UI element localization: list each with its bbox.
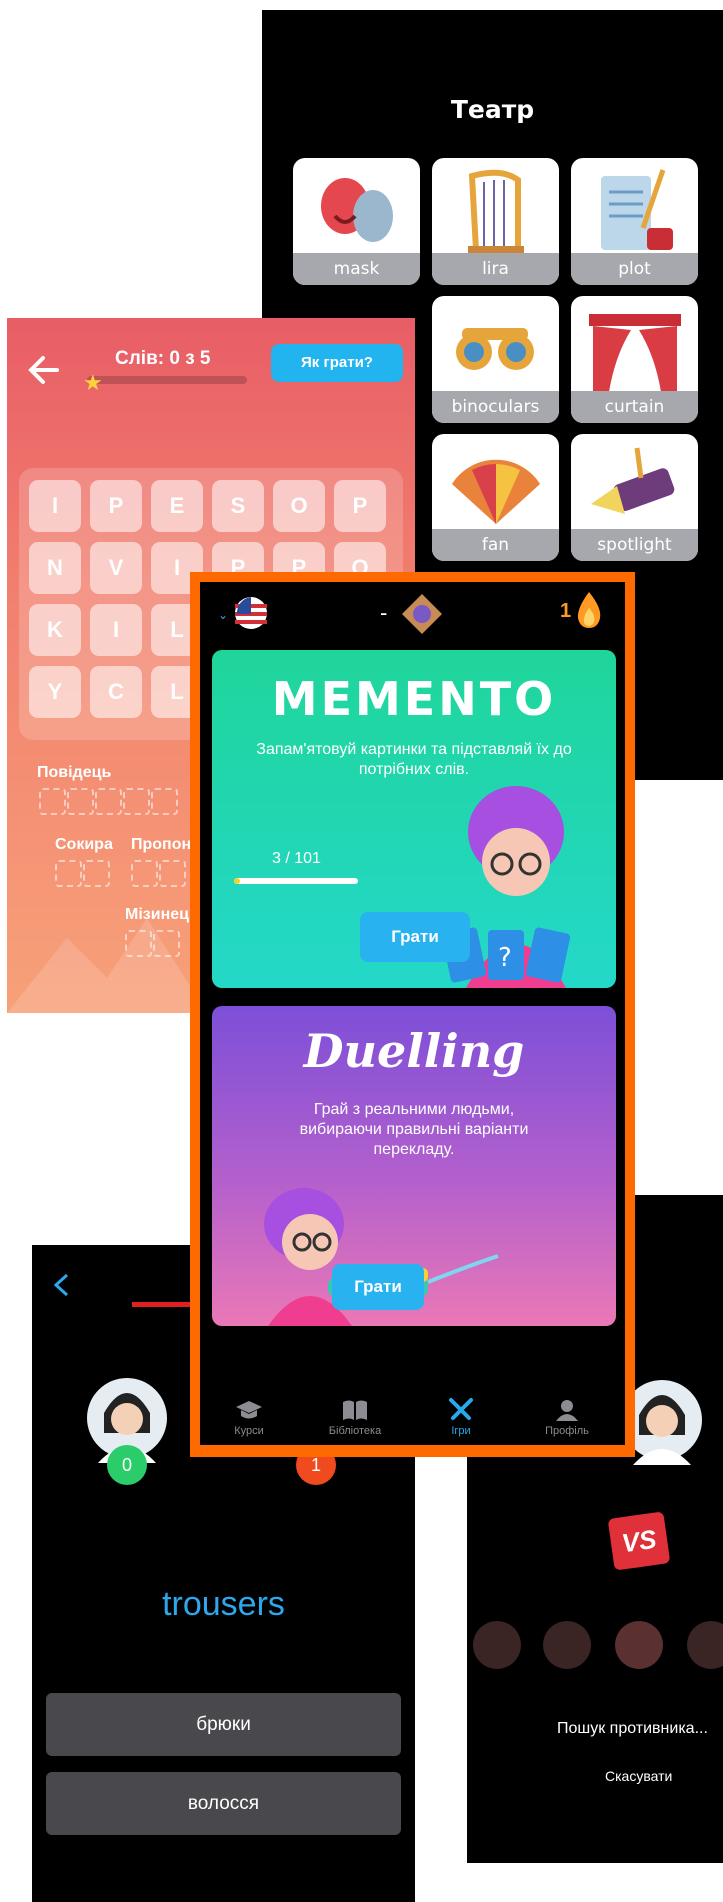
memento-description: Запам'ятовуй картинки та підставляй їх д… [256,741,572,778]
tab-courses[interactable]: Курси [204,1399,294,1437]
card-fan[interactable]: fan [432,434,559,561]
binoculars-icon [456,328,534,370]
letter-tile[interactable]: Y [29,666,81,718]
letter-tile[interactable]: I [90,604,142,656]
letter-tile[interactable]: P [334,480,386,532]
tab-label: Профіль [545,1425,589,1437]
word-clue: Пропон [131,836,192,853]
swords-icon [449,1398,473,1420]
letter-tile[interactable]: K [29,604,81,656]
tab-library[interactable]: Бібліотека [310,1399,400,1437]
letter-tile[interactable]: C [90,666,142,718]
chevron-down-icon[interactable]: ⌄ [218,608,228,622]
bottom-tab-bar: Курси Бібліотека Ігри Профіль [200,1368,625,1445]
timer-bar [132,1302,192,1307]
letter-tile[interactable]: P [90,480,142,532]
card-spotlight[interactable]: spotlight [571,434,698,561]
duelling-title: Duelling [303,1024,525,1078]
tab-profile[interactable]: Профіль [522,1399,612,1437]
letter-tile[interactable]: S [212,480,264,532]
scroll-quill-icon [601,169,673,250]
player-score-badge: 0 [107,1445,147,1485]
answer-option[interactable]: волосся [46,1772,401,1835]
tab-label: Курси [234,1425,264,1437]
us-flag-icon[interactable] [234,596,268,630]
book-icon [343,1400,367,1420]
mountain-decoration [7,918,207,1013]
curtain-icon [589,314,681,392]
word-clue: Повідець [37,764,112,781]
memento-progress-text: 3 / 101 [272,850,321,867]
letter-tile[interactable]: V [90,542,142,594]
question-word: trousers [162,1585,285,1623]
card-label: plot [571,253,698,285]
user-icon [556,1400,578,1421]
memento-card[interactable]: MEMENTO Запам'ятовуй картинки та підстав… [212,650,616,988]
letter-tile[interactable]: I [29,480,81,532]
theatre-mask-icon [321,178,393,242]
games-screen-frame: ⌄ - 1 MEMENTO Запам'ятовуй картинки та п… [190,572,635,1457]
memento-progress-bar [234,878,358,884]
card-label: fan [432,529,559,561]
back-chevron-icon[interactable] [52,1273,72,1297]
tab-label: Бібліотека [328,1425,382,1437]
tab-label: Ігри [451,1425,471,1437]
duelling-play-button[interactable]: Грати [332,1264,424,1310]
card-curtain[interactable]: curtain [571,296,698,423]
games-screen: ⌄ - 1 MEMENTO Запам'ятовуй картинки та п… [200,582,625,1445]
card-mask[interactable]: mask [293,158,420,285]
how-to-play-button[interactable]: Як грати? [271,344,403,382]
fan-icon [452,459,540,524]
word-clue: Сокира [55,836,113,853]
graduation-cap-icon [236,1401,262,1419]
spotlight-icon [591,447,675,514]
cancel-button[interactable]: Скасувати [605,1768,672,1784]
memento-play-button[interactable]: Грати [360,912,470,962]
duelling-description: Грай з реальними людьми, вибираючи прави… [299,1101,529,1158]
card-label: binoculars [432,391,559,423]
vs-badge: VS [607,1511,671,1571]
letter-tile[interactable]: O [273,480,325,532]
opponent-carousel [473,1621,723,1669]
harp-icon [468,169,524,254]
card-label: mask [293,253,420,285]
card-label: lira [432,253,559,285]
tab-games[interactable]: Ігри [416,1397,506,1437]
letter-tile[interactable]: N [29,542,81,594]
words-counter: Слів: 0 з 5 [115,348,211,369]
flame-icon [577,592,601,628]
card-plot[interactable]: plot [571,158,698,285]
svg-text:?: ? [498,943,512,973]
answer-option[interactable]: брюки [46,1693,401,1756]
level-separator: - [380,600,388,625]
searching-status: Пошук противника... [557,1720,708,1737]
card-label: spotlight [571,529,698,561]
back-arrow-icon[interactable] [27,353,61,387]
letter-tile[interactable]: E [151,480,203,532]
gem-badge-icon[interactable] [400,592,444,636]
card-label: curtain [571,391,698,423]
words-progress-bar [87,376,247,384]
card-lira[interactable]: lira [432,158,559,285]
memento-progress-fill [234,878,240,884]
memento-title: MEMENTO [271,672,557,726]
theatre-title: Театр [450,95,535,124]
card-binoculars[interactable]: binoculars [432,296,559,423]
star-icon: ★ [83,370,103,395]
duelling-card[interactable]: Duelling Грай з реальними людьми, вибира… [212,1006,616,1326]
streak-count: 1 [560,600,572,622]
